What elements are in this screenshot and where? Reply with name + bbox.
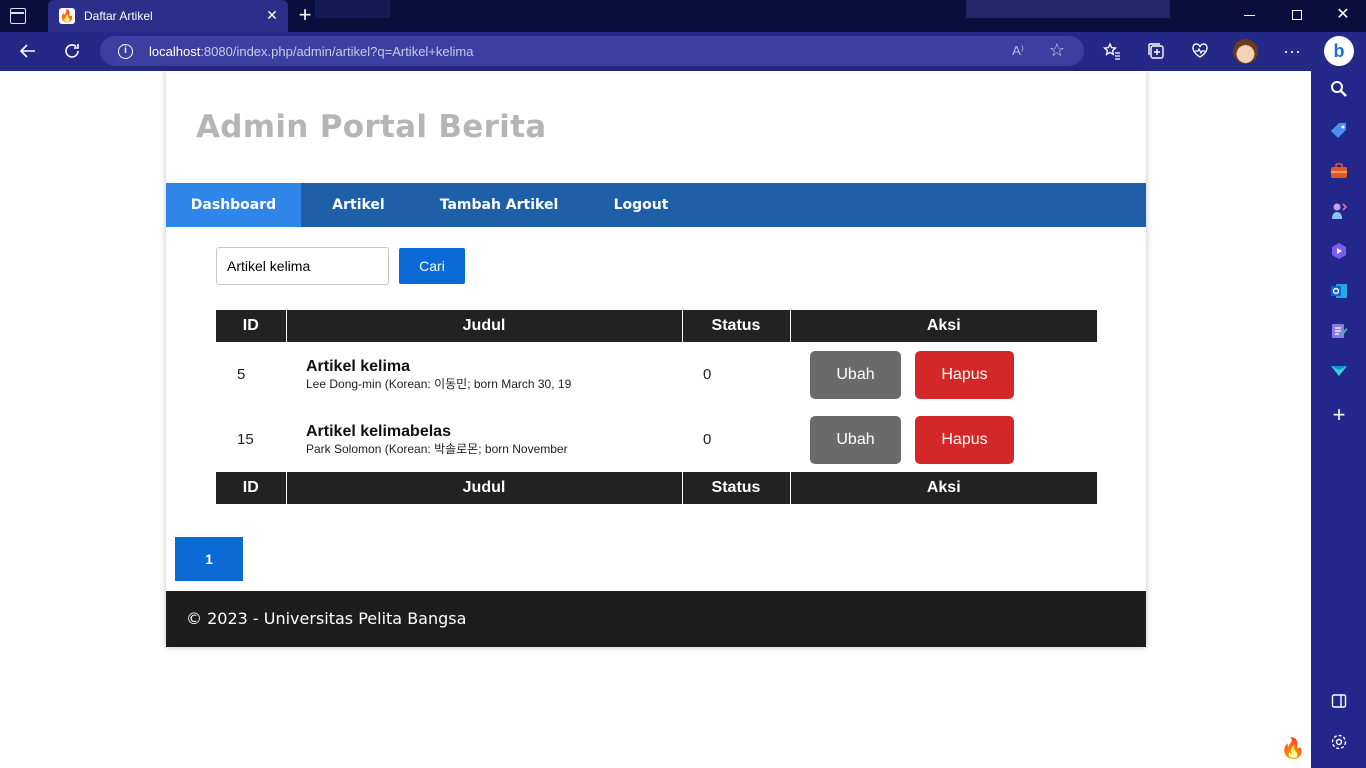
favorite-star-icon[interactable]: ☆ xyxy=(1047,40,1067,60)
footer-judul: Judul xyxy=(285,472,682,504)
site-title: Admin Portal Berita xyxy=(196,109,547,145)
minimize-icon[interactable] xyxy=(1244,15,1255,16)
footer-id: ID xyxy=(216,472,286,504)
copilot-icon[interactable] xyxy=(1328,241,1350,263)
back-icon[interactable] xyxy=(12,36,44,66)
tab-close-icon[interactable]: ✕ xyxy=(264,7,280,23)
window-close-icon[interactable]: ✕ xyxy=(1334,5,1352,25)
address-bar[interactable]: i localhost:8080/index.php/admin/artikel… xyxy=(100,36,1084,66)
row-id: 5 xyxy=(237,366,246,383)
codeigniter-favicon-icon: 🔥 xyxy=(59,8,75,24)
footer-aksi: Aksi xyxy=(789,472,1097,504)
collections-icon[interactable] xyxy=(1140,36,1172,66)
add-icon[interactable]: + xyxy=(1328,404,1350,426)
tag-icon[interactable] xyxy=(1328,121,1350,143)
article-excerpt: Park Solomon (Korean: 박솔로몬; born Novembe… xyxy=(306,441,568,456)
codeigniter-logo-icon[interactable]: 🔥 xyxy=(1276,731,1310,767)
footer-text: © 2023 - Universitas Pelita Bangsa xyxy=(186,609,467,628)
maximize-icon[interactable] xyxy=(1292,10,1302,20)
pagination-page-button[interactable]: 1 xyxy=(175,537,243,581)
refresh-icon[interactable] xyxy=(56,36,88,66)
search-icon[interactable] xyxy=(1328,80,1350,102)
header-status: Status xyxy=(681,310,790,342)
browser-sidebar: + xyxy=(1311,71,1366,768)
browser-titlebar: 🔥 Daftar Artikel ✕ + ✕ xyxy=(0,0,1366,32)
notes-icon[interactable] xyxy=(1328,321,1350,343)
more-icon[interactable]: ··· xyxy=(1276,36,1308,66)
read-aloud-icon[interactable]: A⁾ xyxy=(1008,42,1028,60)
nav-artikel[interactable]: Artikel xyxy=(301,183,416,227)
new-tab-button[interactable]: + xyxy=(296,4,314,26)
send-icon[interactable] xyxy=(1328,361,1350,383)
titlebar-decoration xyxy=(315,0,390,18)
chess-icon[interactable] xyxy=(1328,201,1350,223)
search-input[interactable] xyxy=(216,247,389,285)
titlebar-decoration xyxy=(966,0,1170,18)
settings-icon[interactable] xyxy=(1328,733,1350,755)
info-icon[interactable]: i xyxy=(118,44,133,59)
tab-actions-icon[interactable] xyxy=(10,8,26,24)
briefcase-icon[interactable] xyxy=(1328,161,1350,183)
nav-dashboard[interactable]: Dashboard xyxy=(166,183,301,227)
search-button[interactable]: Cari xyxy=(399,248,465,284)
nav-tambah-artikel[interactable]: Tambah Artikel xyxy=(416,183,582,227)
header-judul: Judul xyxy=(285,310,682,342)
delete-button[interactable]: Hapus xyxy=(915,350,1014,399)
article-title: Artikel kelimabelas xyxy=(306,422,451,440)
row-id: 15 xyxy=(237,431,254,448)
edit-button[interactable]: Ubah xyxy=(810,415,901,464)
layout-icon[interactable] xyxy=(1328,693,1350,715)
table-row: 15 Artikel kelimabelas Park Solomon (Kor… xyxy=(216,407,1097,472)
bing-icon[interactable]: b xyxy=(1324,36,1354,66)
url-text[interactable]: localhost:8080/index.php/admin/artikel?q… xyxy=(149,44,473,59)
row-status: 0 xyxy=(703,366,712,383)
site-footer: © 2023 - Universitas Pelita Bangsa xyxy=(166,591,1146,647)
table-header-row: ID Judul Status Aksi xyxy=(216,310,1097,342)
header-id: ID xyxy=(216,310,286,342)
edit-button[interactable]: Ubah xyxy=(810,350,901,399)
main-navbar: Dashboard Artikel Tambah Artikel Logout xyxy=(166,183,1146,227)
browser-tab[interactable]: 🔥 Daftar Artikel ✕ xyxy=(48,0,288,32)
tab-title: Daftar Artikel xyxy=(84,9,153,23)
row-judul: Artikel kelimabelas Park Solomon (Korean… xyxy=(286,407,682,472)
browser-toolbar: i localhost:8080/index.php/admin/artikel… xyxy=(0,32,1366,71)
table-footer-row: ID Judul Status Aksi xyxy=(216,472,1097,504)
outlook-icon[interactable] xyxy=(1328,281,1350,303)
row-judul: Artikel kelima Lee Dong-min (Korean: 이동민… xyxy=(286,342,682,407)
health-icon[interactable] xyxy=(1184,36,1216,66)
article-excerpt: Lee Dong-min (Korean: 이동민; born March 30… xyxy=(306,376,572,391)
footer-status: Status xyxy=(681,472,790,504)
article-title: Artikel kelima xyxy=(306,357,411,375)
nav-logout[interactable]: Logout xyxy=(582,183,700,227)
header-aksi: Aksi xyxy=(789,310,1097,342)
delete-button[interactable]: Hapus xyxy=(915,415,1014,464)
row-status: 0 xyxy=(703,431,712,448)
row-actions: Ubah Hapus xyxy=(790,407,1097,472)
favorites-icon[interactable] xyxy=(1096,36,1128,66)
table-row: 5 Artikel kelima Lee Dong-min (Korean: 이… xyxy=(216,342,1097,407)
row-actions: Ubah Hapus xyxy=(790,342,1097,407)
articles-table: ID Judul Status Aksi 5 Artikel kelima Le… xyxy=(216,310,1097,504)
page-container: Admin Portal Berita Dashboard Artikel Ta… xyxy=(166,71,1146,647)
profile-avatar[interactable] xyxy=(1233,39,1258,64)
